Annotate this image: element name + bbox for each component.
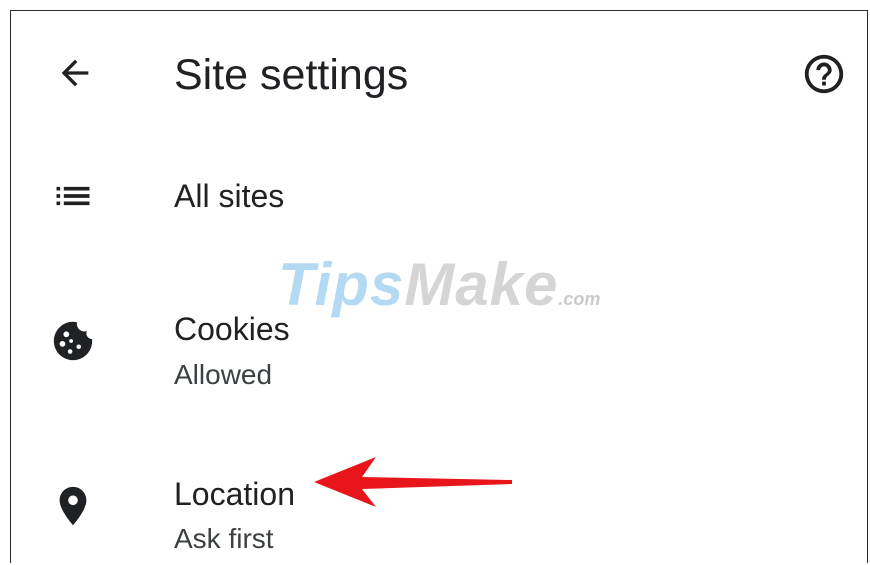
help-circle-icon bbox=[804, 54, 844, 94]
watermark: TipsMake.com bbox=[278, 251, 601, 318]
settings-item-label: Cookies bbox=[174, 311, 290, 347]
page-title: Site settings bbox=[174, 51, 409, 99]
list-icon bbox=[47, 170, 99, 222]
settings-item-status: Allowed bbox=[174, 359, 273, 390]
settings-item-label: All sites bbox=[174, 178, 285, 214]
cookie-icon bbox=[47, 315, 99, 367]
toolbar: Site settings bbox=[11, 11, 867, 131]
help-button[interactable] bbox=[801, 51, 847, 97]
settings-item-all-sites[interactable]: All sites bbox=[11, 161, 867, 251]
location-pin-icon bbox=[47, 480, 99, 532]
settings-item-label: Location bbox=[174, 476, 295, 512]
annotation-arrow bbox=[314, 457, 512, 507]
settings-item-status: Ask first bbox=[174, 523, 274, 554]
back-button[interactable] bbox=[53, 51, 97, 95]
arrow-back-icon bbox=[61, 59, 89, 87]
